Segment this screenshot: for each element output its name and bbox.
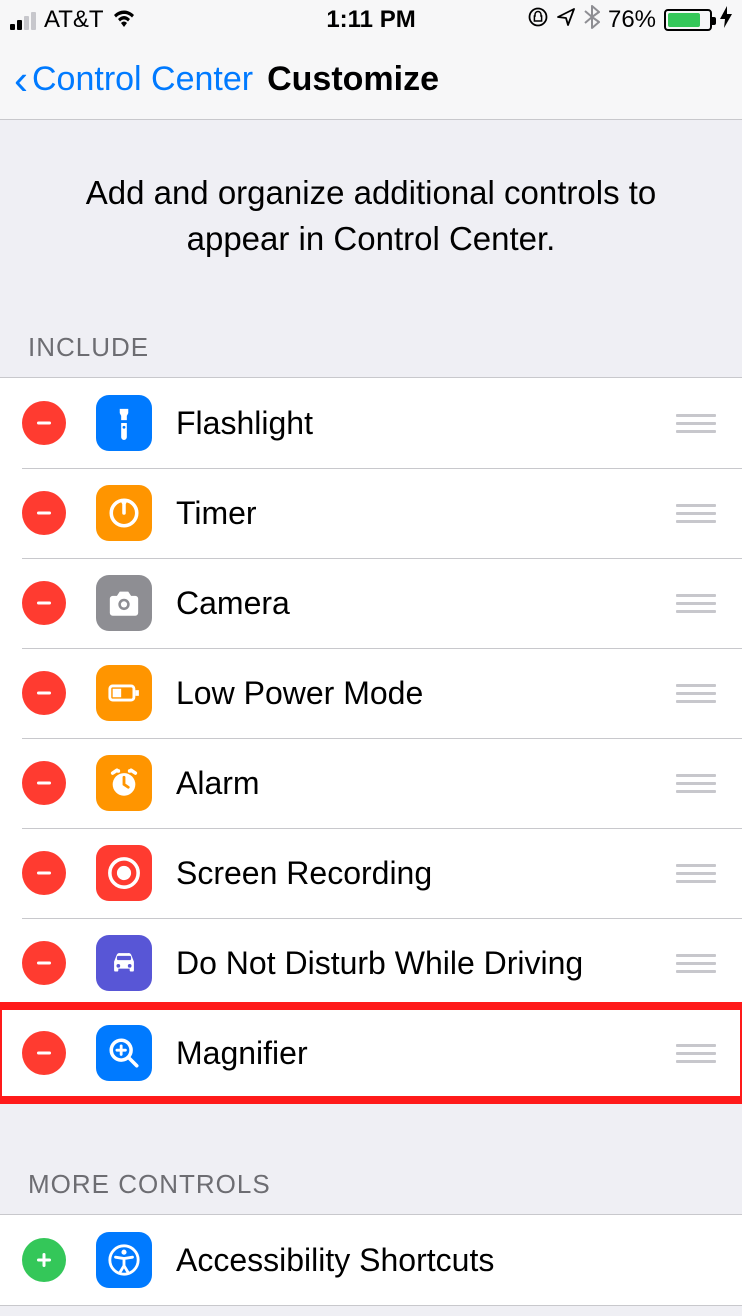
- timer-icon: [96, 485, 152, 541]
- list-row-timer: Timer: [0, 468, 742, 558]
- remove-button[interactable]: [22, 941, 66, 985]
- intro-text: Add and organize additional controls to …: [0, 120, 742, 322]
- section-header-more: MORE CONTROLS: [0, 1159, 742, 1214]
- back-button[interactable]: Control Center: [32, 60, 253, 99]
- accessibility-icon: [96, 1232, 152, 1288]
- more-list: Accessibility Shortcuts: [0, 1214, 742, 1306]
- row-label: Camera: [176, 585, 674, 622]
- nav-bar: ‹ Control Center Customize: [0, 40, 742, 120]
- remove-button[interactable]: [22, 581, 66, 625]
- row-label: Screen Recording: [176, 855, 674, 892]
- page-title: Customize: [267, 60, 439, 99]
- row-label: Flashlight: [176, 405, 674, 442]
- back-chevron-icon[interactable]: ‹: [14, 56, 28, 104]
- magnifier-icon: [96, 1025, 152, 1081]
- remove-button[interactable]: [22, 491, 66, 535]
- drag-handle[interactable]: [674, 414, 718, 433]
- clock: 1:11 PM: [251, 6, 492, 34]
- list-row-camera: Camera: [0, 558, 742, 648]
- add-button[interactable]: [22, 1238, 66, 1282]
- row-label: Alarm: [176, 765, 674, 802]
- flashlight-icon: [96, 395, 152, 451]
- remove-button[interactable]: [22, 401, 66, 445]
- row-label: Do Not Disturb While Driving: [176, 945, 674, 982]
- drag-handle[interactable]: [674, 864, 718, 883]
- alarm-icon: [96, 755, 152, 811]
- car-icon: [96, 935, 152, 991]
- remove-button[interactable]: [22, 1031, 66, 1075]
- drag-handle[interactable]: [674, 684, 718, 703]
- bluetooth-icon: [584, 5, 600, 36]
- drag-handle[interactable]: [674, 594, 718, 613]
- drag-handle[interactable]: [674, 504, 718, 523]
- remove-button[interactable]: [22, 671, 66, 715]
- status-bar: AT&T 1:11 PM 76%: [0, 0, 742, 40]
- list-row-accessibility: Accessibility Shortcuts: [0, 1215, 742, 1305]
- drag-handle[interactable]: [674, 1044, 718, 1063]
- section-header-include: INCLUDE: [0, 322, 742, 377]
- camera-icon: [96, 575, 152, 631]
- remove-button[interactable]: [22, 851, 66, 895]
- signal-icon: [10, 10, 36, 30]
- drag-handle[interactable]: [674, 954, 718, 973]
- carrier-label: AT&T: [44, 6, 104, 34]
- row-label: Accessibility Shortcuts: [176, 1242, 718, 1279]
- include-list: Flashlight Timer Camera Low Power Mode Alarm…: [0, 377, 742, 1099]
- list-row-magnifier: Magnifier: [0, 1008, 742, 1098]
- row-label: Magnifier: [176, 1035, 674, 1072]
- list-row-car: Do Not Disturb While Driving: [0, 918, 742, 1008]
- remove-button[interactable]: [22, 761, 66, 805]
- row-label: Low Power Mode: [176, 675, 674, 712]
- orientation-lock-icon: [528, 6, 548, 34]
- list-row-flashlight: Flashlight: [0, 378, 742, 468]
- battery-icon: [664, 9, 712, 31]
- drag-handle[interactable]: [674, 774, 718, 793]
- record-icon: [96, 845, 152, 901]
- charging-icon: [720, 6, 732, 35]
- list-row-alarm: Alarm: [0, 738, 742, 828]
- row-label: Timer: [176, 495, 674, 532]
- battery-pct: 76%: [608, 6, 656, 34]
- location-icon: [556, 6, 576, 34]
- wifi-icon: [112, 6, 136, 34]
- list-row-battery: Low Power Mode: [0, 648, 742, 738]
- battery-icon: [96, 665, 152, 721]
- list-row-record: Screen Recording: [0, 828, 742, 918]
